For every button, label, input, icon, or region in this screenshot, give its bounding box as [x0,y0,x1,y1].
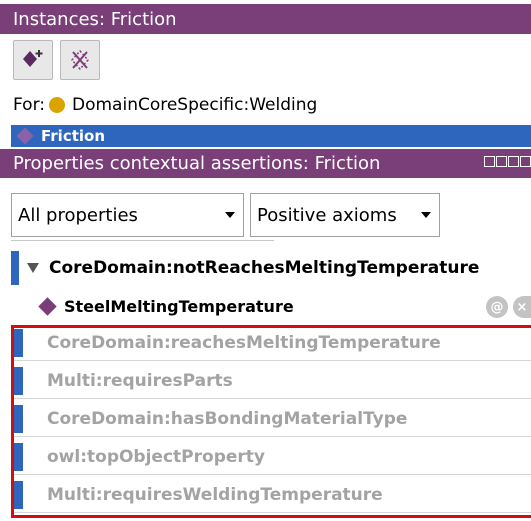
class-context: For: DomainCoreSpecific:Welding [13,92,317,118]
individual-icon [38,296,57,316]
for-label: For: [13,95,45,115]
add-individual-icon [23,50,43,67]
instance-label: Friction [41,127,106,145]
axiom-filter-value: Positive axioms [257,204,397,226]
divider [11,240,274,241]
delete-individual-button[interactable] [60,40,100,80]
maximize-view-icon[interactable] [508,156,519,167]
class-icon [49,97,65,113]
view-controls [484,154,531,172]
chevron-down-icon [421,212,431,218]
chevron-down-icon [225,212,235,218]
property-value-label: SteelMeltingTemperature [64,296,294,316]
delete-individual-icon [70,49,90,71]
view-layout-icon[interactable] [484,156,495,167]
highlight-box [11,325,531,518]
property-group-label: CoreDomain:notReachesMeltingTemperature [49,258,480,278]
instances-panel-title: Instances: Friction [13,8,177,30]
remove-button[interactable]: × [513,296,531,318]
property-filter-dropdown[interactable]: All properties [11,193,244,237]
annotate-button[interactable]: @ [486,296,508,318]
instances-panel-header: Instances: Friction [0,4,531,34]
minimize-view-icon[interactable] [496,156,507,167]
class-name: DomainCoreSpecific:Welding [72,95,318,115]
property-group-header[interactable]: CoreDomain:notReachesMeltingTemperature [11,251,531,285]
property-value-row[interactable]: SteelMeltingTemperature @ × [11,289,531,323]
properties-panel-title: Properties contextual assertions: Fricti… [13,153,381,174]
properties-panel-header: Properties contextual assertions: Fricti… [0,149,531,178]
instance-list-item-selected[interactable]: Friction [11,125,531,147]
expand-triangle-icon[interactable] [27,263,39,273]
add-individual-button[interactable] [13,40,53,80]
property-filter-value: All properties [18,204,138,226]
axiom-filter-dropdown[interactable]: Positive axioms [250,193,440,237]
close-view-icon[interactable] [520,156,531,167]
individual-icon [16,127,34,145]
